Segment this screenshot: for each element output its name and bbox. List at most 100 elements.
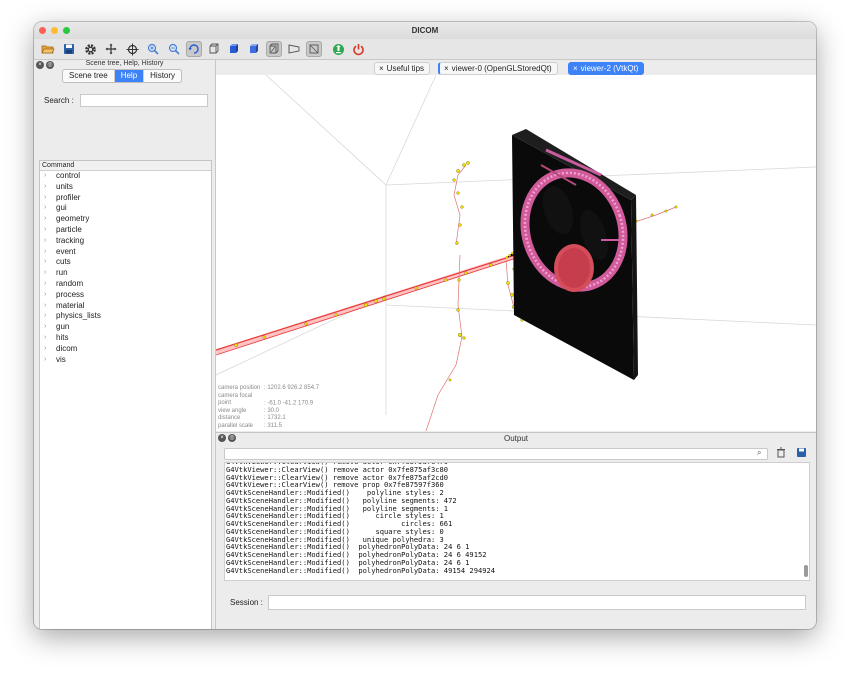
tab-viewer-0[interactable]: × viewer-0 (OpenGLStoredQt) — [438, 62, 558, 75]
tree-item-gun[interactable]: › gun — [40, 322, 211, 333]
tree-item-material[interactable]: › material — [40, 301, 211, 312]
tab-history[interactable]: History — [144, 70, 181, 82]
tree-item-random[interactable]: › random — [40, 279, 211, 290]
readout-row: camera position: 1202.6 926.2 854.7 — [218, 385, 319, 393]
tree-item-dicom[interactable]: › dicom — [40, 344, 211, 355]
wireframe-button[interactable] — [206, 41, 222, 57]
solid-button[interactable] — [226, 41, 242, 57]
command-tree[interactable]: Command › control › units › profiler › gui › geom… — [39, 160, 212, 629]
tree-item-profiler[interactable]: › profiler — [40, 193, 211, 204]
readout-value: : 1732.1 — [264, 415, 286, 422]
tab-help[interactable]: Help — [114, 70, 145, 82]
output-search-input[interactable] — [224, 448, 768, 460]
hidden-line-button[interactable] — [246, 41, 262, 57]
ortho-button[interactable] — [306, 41, 322, 57]
zoom-out-button[interactable] — [166, 41, 182, 57]
exit-icon — [352, 43, 364, 55]
scrollbar[interactable] — [804, 565, 808, 577]
chevron-right-icon[interactable]: › — [44, 214, 46, 225]
open-icon — [41, 45, 55, 54]
chevron-right-icon[interactable]: › — [44, 279, 46, 290]
tab-useful-tips[interactable]: × Useful tips — [374, 62, 431, 75]
settings-button[interactable] — [82, 41, 98, 57]
tree-item-physics_lists[interactable]: › physics_lists — [40, 311, 211, 322]
tree-item-label: process — [56, 289, 85, 299]
zoom-in-button[interactable] — [145, 41, 161, 57]
chevron-right-icon[interactable]: › — [44, 203, 46, 214]
tree-item-cuts[interactable]: › cuts — [40, 257, 211, 268]
surface-button[interactable] — [266, 41, 282, 57]
vtk-viewer[interactable]: camera position: 1202.6 926.2 854.7 camer… — [216, 75, 816, 431]
minimize-window-button[interactable] — [51, 27, 58, 34]
pick-button[interactable] — [124, 41, 140, 57]
tree-item-label: particle — [56, 224, 82, 234]
tree-item-event[interactable]: › event — [40, 247, 211, 258]
chevron-right-icon[interactable]: › — [44, 171, 46, 182]
close-tab-icon[interactable]: × — [379, 64, 384, 73]
search-input[interactable] — [80, 94, 208, 107]
save-output-icon[interactable] — [796, 447, 807, 458]
tree-item-label: tracking — [56, 235, 85, 245]
session-label: Session : — [230, 598, 263, 607]
tree-item-tracking[interactable]: › tracking — [40, 236, 211, 247]
toolbar — [34, 39, 816, 60]
chevron-right-icon[interactable]: › — [44, 193, 46, 204]
tree-item-label: units — [56, 181, 73, 191]
tree-item-vis[interactable]: › vis — [40, 355, 211, 366]
chevron-right-icon[interactable]: › — [44, 182, 46, 193]
chevron-right-icon[interactable]: › — [44, 290, 46, 301]
tree-item-label: geometry — [56, 214, 90, 224]
close-window-button[interactable] — [39, 27, 46, 34]
tab-viewer-2[interactable]: × viewer-2 (VtkQt) — [568, 62, 645, 75]
session-input[interactable] — [268, 595, 806, 610]
move-icon — [105, 43, 117, 55]
log-text: G4VtkViewer::ClearView() remove actor 0x… — [226, 463, 496, 575]
close-tab-icon[interactable]: × — [573, 64, 578, 73]
camera-readout: camera position: 1202.6 926.2 854.7 camer… — [218, 385, 319, 431]
chevron-right-icon[interactable]: › — [44, 247, 46, 258]
exit-button[interactable] — [350, 41, 366, 57]
close-tab-icon[interactable]: × — [444, 64, 449, 73]
ortho-icon — [309, 44, 319, 54]
tree-item-gui[interactable]: › gui — [40, 203, 211, 214]
trash-icon[interactable] — [776, 447, 786, 458]
output-log[interactable]: G4VtkViewer::ClearView() remove actor 0x… — [224, 462, 810, 581]
zoom-in-icon — [147, 43, 159, 55]
save-button[interactable] — [61, 41, 77, 57]
tree-item-geometry[interactable]: › geometry — [40, 214, 211, 225]
tree-item-control[interactable]: › control — [40, 171, 211, 182]
chevron-right-icon[interactable]: › — [44, 333, 46, 344]
open-button[interactable] — [40, 41, 56, 57]
output-title: Output — [503, 434, 528, 443]
chevron-right-icon[interactable]: › — [44, 311, 46, 322]
tree-item-hits[interactable]: › hits — [40, 333, 211, 344]
perspective-button[interactable] — [286, 41, 302, 57]
tree-item-process[interactable]: › process — [40, 290, 211, 301]
chevron-right-icon[interactable]: › — [44, 225, 46, 236]
chevron-right-icon[interactable]: › — [44, 257, 46, 268]
tree-item-run[interactable]: › run — [40, 268, 211, 279]
log-line: G4VtkSceneHandler::Modified() polyhedron… — [226, 565, 496, 575]
tree-item-label: vis — [56, 354, 66, 364]
search-label: Search : — [44, 96, 74, 105]
perspective-icon — [288, 44, 300, 54]
chevron-right-icon[interactable]: › — [44, 355, 46, 366]
tree-item-label: physics_lists — [56, 311, 101, 321]
maximize-window-button[interactable] — [63, 27, 70, 34]
chevron-right-icon[interactable]: › — [44, 268, 46, 279]
rotate-button[interactable] — [186, 41, 202, 57]
tab-scene-tree[interactable]: Scene tree — [63, 70, 115, 82]
readout-label: parallel scale — [218, 422, 254, 429]
chevron-right-icon[interactable]: › — [44, 344, 46, 355]
tree-item-label: material — [56, 300, 85, 310]
move-button[interactable] — [103, 41, 119, 57]
chevron-right-icon[interactable]: › — [44, 322, 46, 333]
solid-icon — [230, 44, 238, 53]
run-button[interactable] — [330, 41, 346, 57]
tree-item-particle[interactable]: › particle — [40, 225, 211, 236]
readout-value: : 311.5 — [264, 422, 282, 429]
chevron-right-icon[interactable]: › — [44, 301, 46, 312]
chevron-right-icon[interactable]: › — [44, 236, 46, 247]
tree-item-units[interactable]: › units — [40, 182, 211, 193]
search-icon: ⌕ — [757, 448, 762, 457]
